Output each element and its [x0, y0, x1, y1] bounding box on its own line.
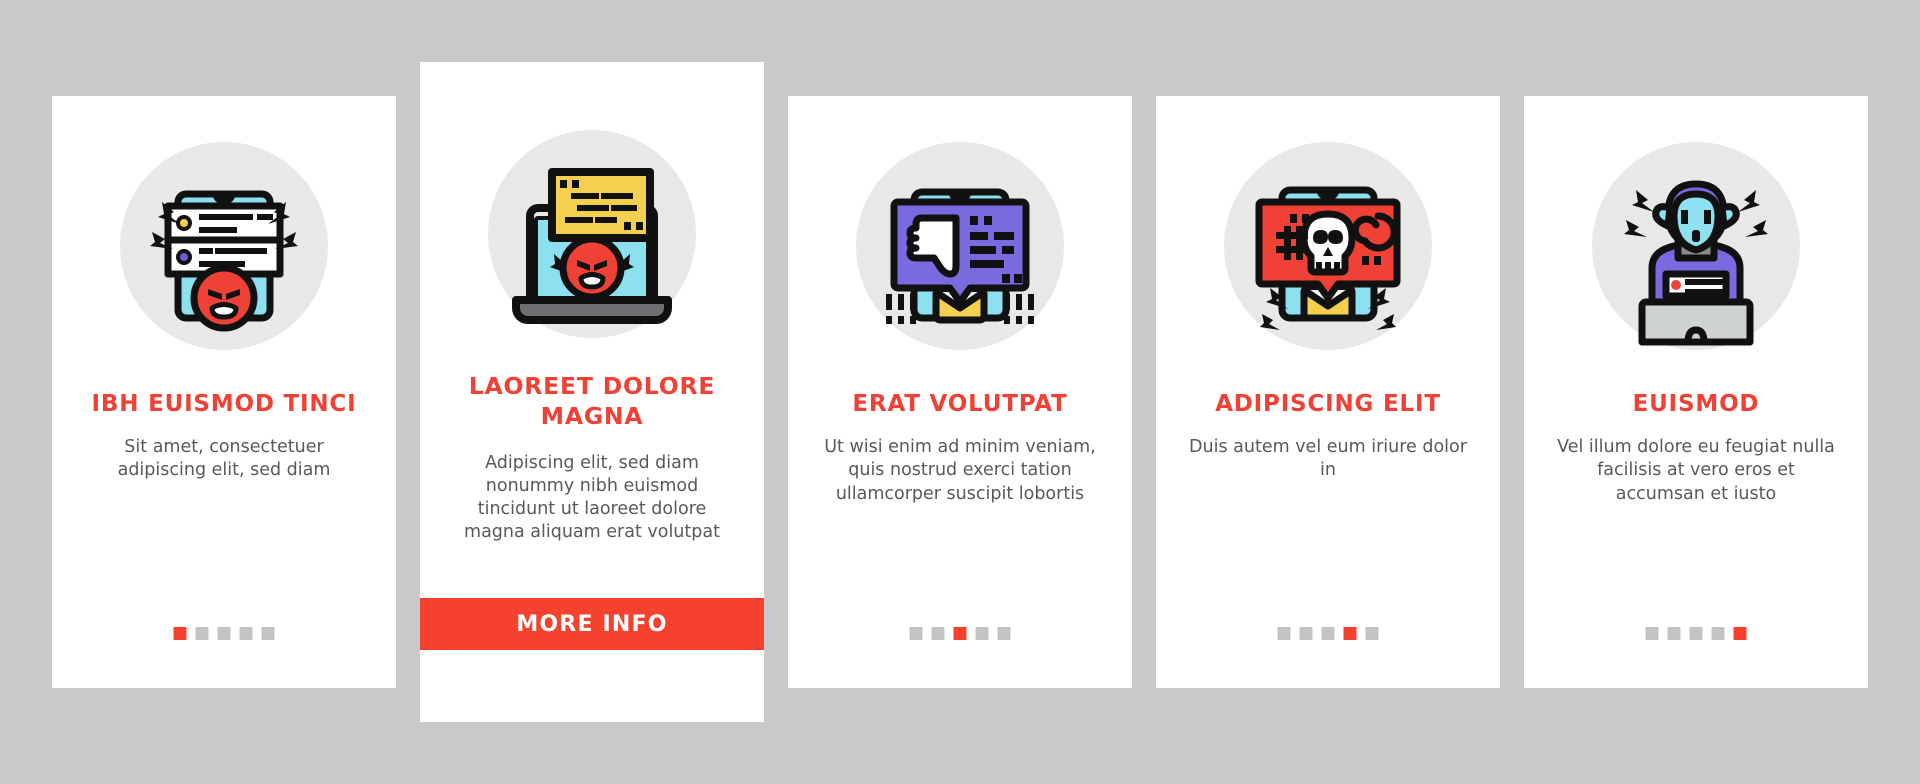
speed-lines-left [886, 294, 916, 324]
lightning-left [1624, 190, 1654, 237]
card-title: EUISMOD [1632, 391, 1760, 417]
pagination-dot-1[interactable] [1277, 627, 1291, 640]
pagination-dot-4[interactable] [1711, 627, 1725, 640]
troll-hacker-laptop-icon [1624, 180, 1768, 346]
pagination-dot-4[interactable] [239, 627, 253, 640]
phone-angry-messages-icon [150, 190, 298, 332]
onboarding-card-board: IBH EUISMOD TINCI Sit amet, consectetuer… [0, 0, 1920, 784]
phone-thumbs-down-comment-icon [886, 188, 1034, 324]
onboarding-card-1[interactable]: IBH EUISMOD TINCI Sit amet, consectetuer… [52, 96, 396, 688]
pagination-dot-2[interactable] [931, 627, 945, 640]
pagination-dot-1[interactable] [909, 627, 923, 640]
pagination-dot-3[interactable] [1689, 627, 1703, 640]
pagination-dots[interactable] [173, 627, 275, 640]
card-1-icon-wrap [116, 138, 332, 354]
card-body: Adipiscing elit, sed diam nonummy nibh e… [464, 452, 720, 543]
pagination-dots[interactable] [1277, 627, 1379, 640]
onboarding-card-5[interactable]: EUISMOD Vel illum dolore eu feugiat null… [1524, 96, 1868, 688]
pagination-dot-1[interactable] [1645, 627, 1659, 640]
card-title: LAOREET DOLORE MAGNA [468, 372, 716, 430]
pagination-dot-1[interactable] [173, 627, 187, 640]
more-info-button[interactable]: MORE INFO [420, 598, 764, 650]
phone-skull-threat-icon [1255, 186, 1401, 330]
pagination-dot-5[interactable] [1365, 627, 1379, 640]
pagination-dot-4[interactable] [975, 627, 989, 640]
pagination-dot-2[interactable] [1299, 627, 1313, 640]
pagination-dot-2[interactable] [1667, 627, 1681, 640]
pagination-dot-3[interactable] [953, 627, 967, 640]
onboarding-card-2[interactable]: LAOREET DOLORE MAGNA Adipiscing elit, se… [420, 62, 764, 722]
pagination-dot-2[interactable] [195, 627, 209, 640]
pagination-dots[interactable] [909, 627, 1011, 640]
card-title: IBH EUISMOD TINCI [91, 391, 357, 417]
card-2-icon-wrap [484, 126, 700, 342]
onboarding-card-3[interactable]: ERAT VOLUTPAT Ut wisi enim ad minim veni… [788, 96, 1132, 688]
pagination-dot-5[interactable] [997, 627, 1011, 640]
card-body: Vel illum dolore eu feugiat nulla facili… [1557, 437, 1835, 504]
laptop-angry-message-icon [512, 168, 672, 324]
card-body: Duis autem vel eum iriure dolor in [1189, 437, 1467, 481]
card-title: ADIPISCING ELIT [1215, 391, 1441, 417]
pagination-dot-3[interactable] [217, 627, 231, 640]
card-body: Sit amet, consectetuer adipiscing elit, … [117, 437, 331, 481]
card-4-icon-wrap [1220, 138, 1436, 354]
onboarding-card-4[interactable]: ADIPISCING ELIT Duis autem vel eum iriur… [1156, 96, 1500, 688]
pagination-dot-5[interactable] [261, 627, 275, 640]
card-3-icon-wrap [852, 138, 1068, 354]
card-body: Ut wisi enim ad minim veniam, quis nostr… [824, 437, 1096, 504]
speed-lines-right [1004, 294, 1034, 324]
pagination-dots[interactable] [1645, 627, 1747, 640]
pagination-dot-3[interactable] [1321, 627, 1335, 640]
pagination-dot-4[interactable] [1343, 627, 1357, 640]
card-title: ERAT VOLUTPAT [852, 391, 1068, 417]
pagination-dot-5[interactable] [1733, 627, 1747, 640]
lightning-right [1738, 190, 1768, 237]
card-5-icon-wrap [1588, 138, 1804, 354]
